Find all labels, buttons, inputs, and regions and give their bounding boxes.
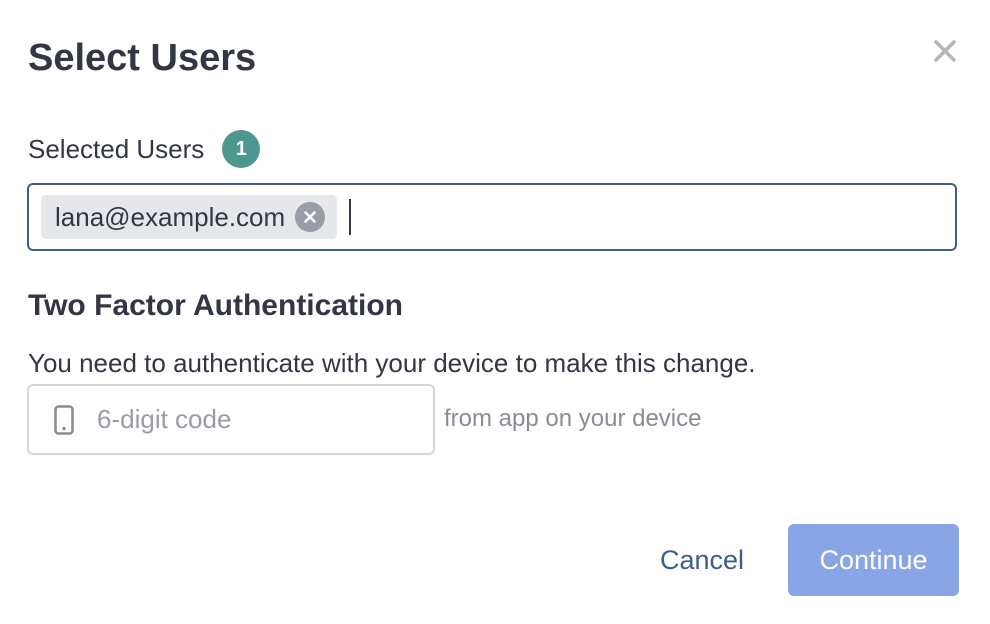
text-caret — [349, 199, 352, 235]
code-field[interactable] — [27, 384, 435, 455]
code-hint: from app on your device — [444, 405, 702, 432]
code-input[interactable] — [95, 403, 399, 436]
select-users-dialog: Select Users Selected Users 1 lana@examp… — [0, 0, 990, 624]
user-chip-email: lana@example.com — [55, 201, 286, 232]
close-icon — [933, 39, 957, 68]
cancel-button[interactable]: Cancel — [660, 543, 744, 577]
selected-users-input[interactable]: lana@example.com — [27, 183, 957, 251]
remove-icon — [303, 210, 317, 224]
two-factor-description: You need to authenticate with your devic… — [28, 348, 756, 378]
selected-users-label-row: Selected Users 1 — [28, 130, 261, 168]
phone-icon — [53, 403, 75, 437]
dialog-title: Select Users — [28, 37, 257, 79]
close-button[interactable] — [928, 36, 962, 70]
continue-button[interactable]: Continue — [788, 524, 959, 596]
selected-count-badge: 1 — [222, 130, 261, 168]
remove-user-button[interactable] — [295, 202, 326, 232]
user-chip: lana@example.com — [41, 195, 338, 239]
two-factor-heading: Two Factor Authentication — [28, 289, 403, 322]
selected-users-label: Selected Users — [28, 134, 205, 164]
